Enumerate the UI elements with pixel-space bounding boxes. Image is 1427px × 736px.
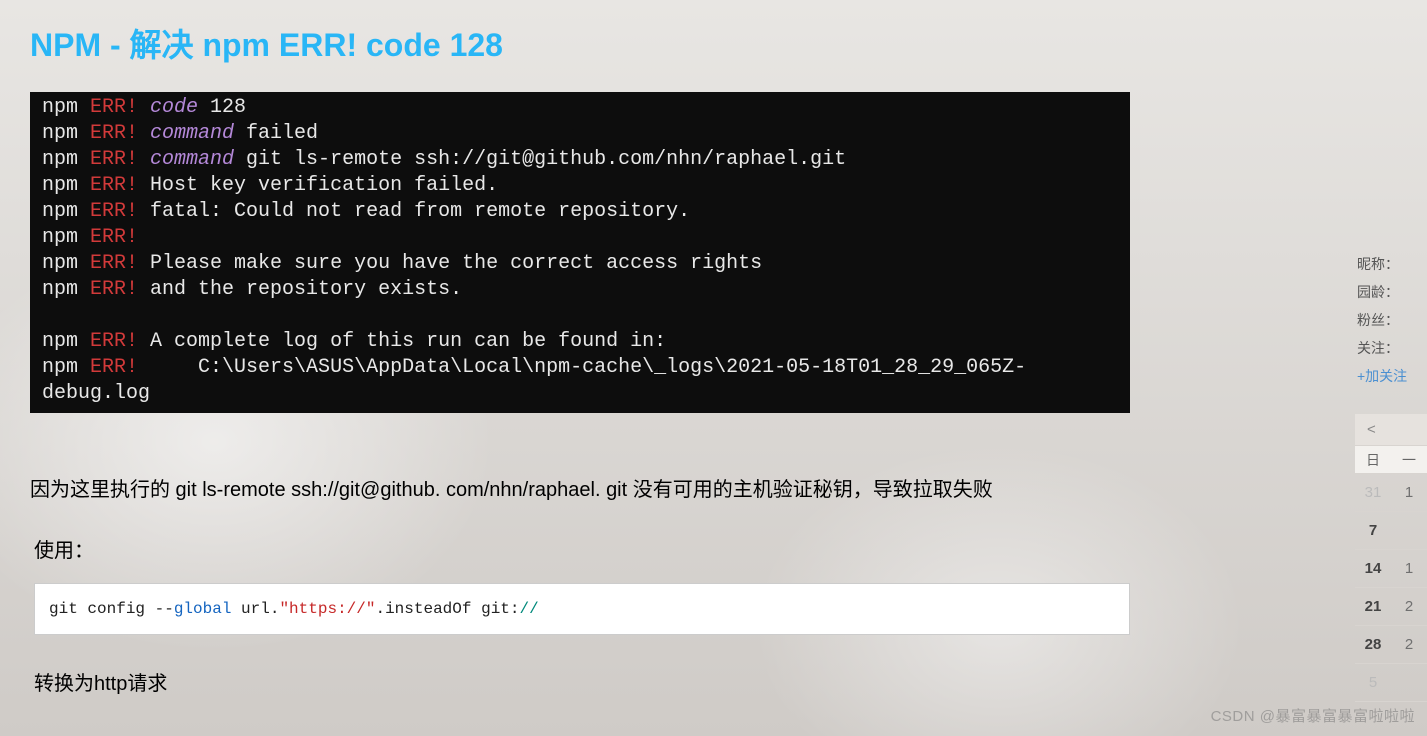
code-block: git config --global url."https://".inste… — [34, 583, 1130, 635]
code-text: url. — [231, 600, 279, 618]
terminal-line: npm ERR! Host key verification failed. — [42, 173, 1118, 199]
terminal-line: npm ERR! command failed — [42, 121, 1118, 147]
calendar-cell[interactable] — [1391, 512, 1427, 549]
code-text: .insteadOf git: — [375, 600, 519, 618]
terminal-line — [42, 303, 1118, 329]
code-comment: // — [520, 600, 539, 618]
calendar-cell[interactable]: 14 — [1355, 550, 1391, 587]
calendar-row: 311 — [1355, 474, 1427, 512]
watermark: CSDN @暴富暴富暴富啦啦啦 — [1211, 705, 1415, 726]
terminal-line: npm ERR! and the repository exists. — [42, 277, 1118, 303]
code-text: git config -- — [49, 600, 174, 618]
calendar-cell[interactable]: 31 — [1355, 474, 1391, 511]
calendar-widget: < 日 一 31171412122825 — [1355, 414, 1427, 702]
terminal-line: npm ERR! C:\Users\ASUS\AppData\Local\npm… — [42, 355, 1118, 407]
terminal-line: npm ERR! — [42, 225, 1118, 251]
calendar-day-header: 一 — [1391, 446, 1427, 473]
code-string: "https://" — [279, 600, 375, 618]
terminal-line: npm ERR! code 128 — [42, 95, 1118, 121]
add-follow-link[interactable]: +加关注 — [1357, 362, 1427, 390]
page-title[interactable]: NPM - 解决 npm ERR! code 128 — [30, 20, 1130, 66]
explanation-paragraph: 因为这里执行的 git ls-remote ssh://git@github. … — [30, 473, 1130, 502]
terminal-line: npm ERR! A complete log of this run can … — [42, 329, 1118, 355]
code-keyword-global: global — [174, 600, 232, 618]
calendar-cell[interactable]: 5 — [1355, 664, 1391, 701]
calendar-row: 212 — [1355, 588, 1427, 626]
conversion-paragraph: 转换为http请求 — [34, 667, 1130, 696]
calendar-cell[interactable]: 7 — [1355, 512, 1391, 549]
calendar-row: 141 — [1355, 550, 1427, 588]
calendar-cell[interactable]: 2 — [1391, 588, 1427, 625]
terminal-line: npm ERR! Please make sure you have the c… — [42, 251, 1118, 277]
fans-label: 粉丝： — [1357, 306, 1427, 334]
terminal-line: npm ERR! command git ls-remote ssh://git… — [42, 147, 1118, 173]
use-label: 使用： — [34, 534, 1130, 563]
calendar-cell[interactable] — [1391, 664, 1427, 701]
calendar-row: 282 — [1355, 626, 1427, 664]
calendar-cell[interactable]: 1 — [1391, 550, 1427, 587]
nickname-label: 昵称： — [1357, 250, 1427, 278]
calendar-row: 5 — [1355, 664, 1427, 702]
calendar-day-header: 日 — [1355, 446, 1391, 473]
calendar-cell[interactable]: 2 — [1391, 626, 1427, 663]
calendar-cell[interactable]: 21 — [1355, 588, 1391, 625]
terminal-line: npm ERR! fatal: Could not read from remo… — [42, 199, 1118, 225]
calendar-header: 日 一 — [1355, 446, 1427, 474]
following-label: 关注： — [1357, 334, 1427, 362]
calendar-row: 7 — [1355, 512, 1427, 550]
calendar-prev-button[interactable]: < — [1355, 414, 1427, 446]
calendar-cell[interactable]: 1 — [1391, 474, 1427, 511]
article-container: NPM - 解决 npm ERR! code 128 npm ERR! code… — [0, 0, 1160, 696]
age-label: 园龄： — [1357, 278, 1427, 306]
terminal-output: npm ERR! code 128npm ERR! command failed… — [30, 92, 1130, 413]
profile-sidebar: 昵称： 园龄： 粉丝： 关注： +加关注 — [1357, 250, 1427, 390]
calendar-cell[interactable]: 28 — [1355, 626, 1391, 663]
